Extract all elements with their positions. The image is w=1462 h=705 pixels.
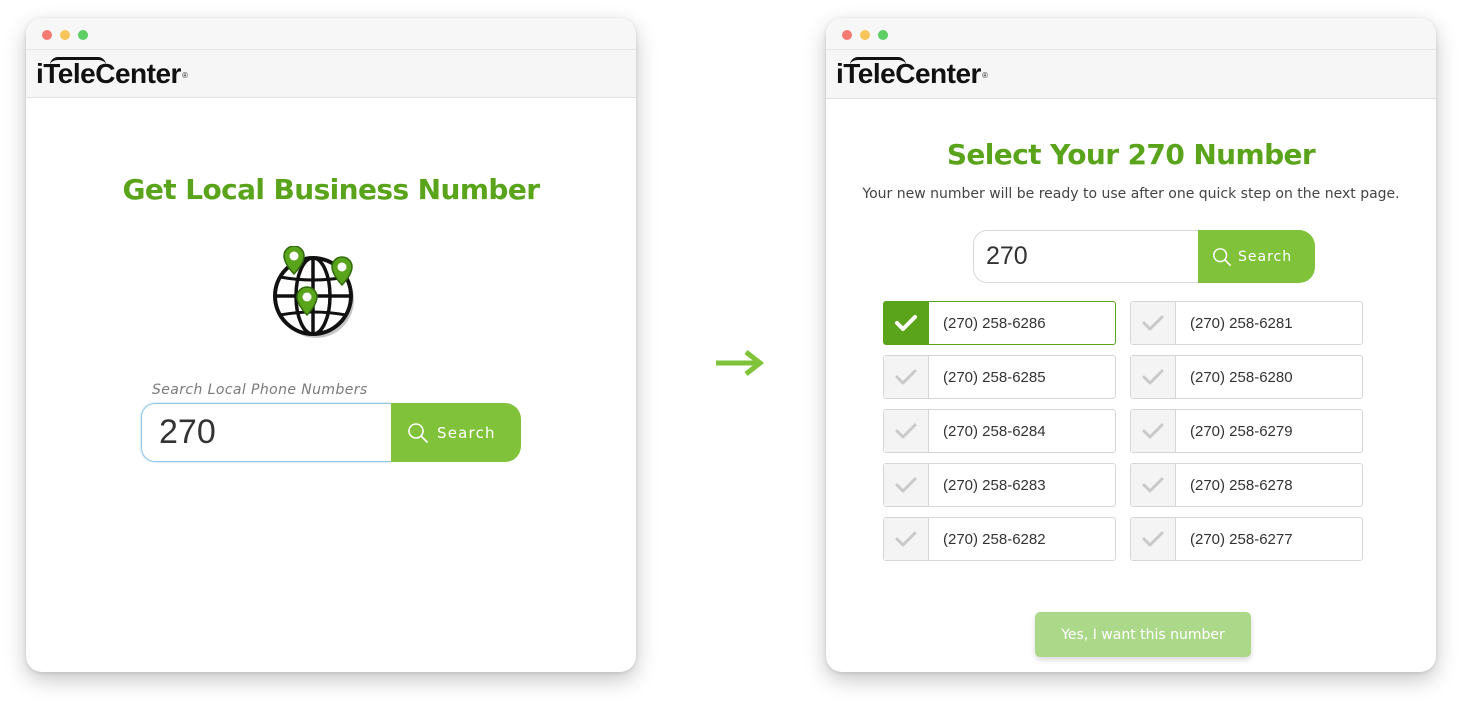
minimize-window-dot[interactable] [60, 30, 70, 40]
area-code-search-input[interactable]: 270 [141, 403, 391, 462]
confirm-number-button[interactable]: Yes, I want this number [1035, 612, 1251, 657]
close-window-dot[interactable] [842, 30, 852, 40]
search-button[interactable]: Search [1198, 230, 1315, 283]
close-window-dot[interactable] [42, 30, 52, 40]
window-titlebar [26, 18, 636, 49]
phone-number-text: (270) 258-6277 [1190, 530, 1293, 548]
maximize-window-dot[interactable] [78, 30, 88, 40]
phone-number-option[interactable]: (270) 258-6279 [1130, 409, 1363, 453]
phone-number-text: (270) 258-6282 [943, 530, 1046, 548]
search-field-label: Search Local Phone Numbers [152, 382, 368, 398]
phone-number-option[interactable]: (270) 258-6278 [1130, 463, 1363, 507]
minimize-window-dot[interactable] [860, 30, 870, 40]
phone-number-text: (270) 258-6279 [1190, 422, 1293, 440]
checkmark-icon[interactable] [884, 464, 929, 506]
phone-number-option[interactable]: (270) 258-6286 [883, 301, 1116, 345]
page-subtitle: Your new number will be ready to use aft… [862, 186, 1400, 202]
page-title: Select Your 270 Number [946, 138, 1316, 171]
phone-number-text: (270) 258-6281 [1190, 314, 1293, 332]
checkmark-icon[interactable] [1131, 518, 1176, 560]
phone-number-option[interactable]: (270) 258-6281 [1130, 301, 1363, 345]
window-titlebar [826, 18, 1436, 49]
checkmark-icon[interactable] [884, 356, 929, 398]
app-header: iTeleCenter® [826, 49, 1436, 99]
checkmark-icon[interactable] [1131, 302, 1176, 344]
checkmark-icon[interactable] [884, 410, 929, 452]
search-icon [1213, 247, 1231, 266]
app-header: iTeleCenter® [26, 49, 636, 98]
checkmark-icon[interactable] [884, 518, 929, 560]
phone-number-text: (270) 258-6285 [943, 368, 1046, 386]
checkmark-icon[interactable] [1131, 356, 1176, 398]
right-arrow-icon [716, 350, 765, 376]
phone-number-text: (270) 258-6280 [1190, 368, 1293, 386]
phone-number-text: (270) 258-6284 [943, 422, 1046, 440]
phone-number-option[interactable]: (270) 258-6283 [883, 463, 1116, 507]
phone-number-option[interactable]: (270) 258-6285 [883, 355, 1116, 399]
phone-number-text: (270) 258-6278 [1190, 476, 1293, 494]
browser-window-search: iTeleCenter® Get Local Business Number S… [26, 18, 636, 672]
search-button-label: Search [437, 423, 496, 442]
checkmark-icon[interactable] [1131, 410, 1176, 452]
checkmark-icon[interactable] [1131, 464, 1176, 506]
itelecenter-logo[interactable]: iTeleCenter® [36, 57, 188, 91]
page-title: Get Local Business Number [122, 173, 541, 206]
phone-number-options: (270) 258-6286 (270) 258-6281 (270) 258-62… [883, 301, 1363, 561]
phone-number-text: (270) 258-6283 [943, 476, 1046, 494]
phone-number-option[interactable]: (270) 258-6282 [883, 517, 1116, 561]
globe-location-icon [273, 246, 354, 338]
phone-number-option[interactable]: (270) 258-6277 [1130, 517, 1363, 561]
search-icon [408, 422, 428, 443]
phone-number-option[interactable]: (270) 258-6284 [883, 409, 1116, 453]
browser-window-select-number: iTeleCenter® Select Your 270 Number Your… [826, 18, 1436, 672]
maximize-window-dot[interactable] [878, 30, 888, 40]
area-code-search-input[interactable]: 270 [973, 230, 1199, 283]
phone-number-option[interactable]: (270) 258-6280 [1130, 355, 1363, 399]
search-button[interactable]: Search [391, 403, 521, 462]
phone-number-text: (270) 258-6286 [943, 314, 1046, 332]
search-button-label: Search [1238, 248, 1293, 265]
itelecenter-logo[interactable]: iTeleCenter® [836, 57, 988, 91]
checkmark-icon[interactable] [884, 302, 929, 344]
